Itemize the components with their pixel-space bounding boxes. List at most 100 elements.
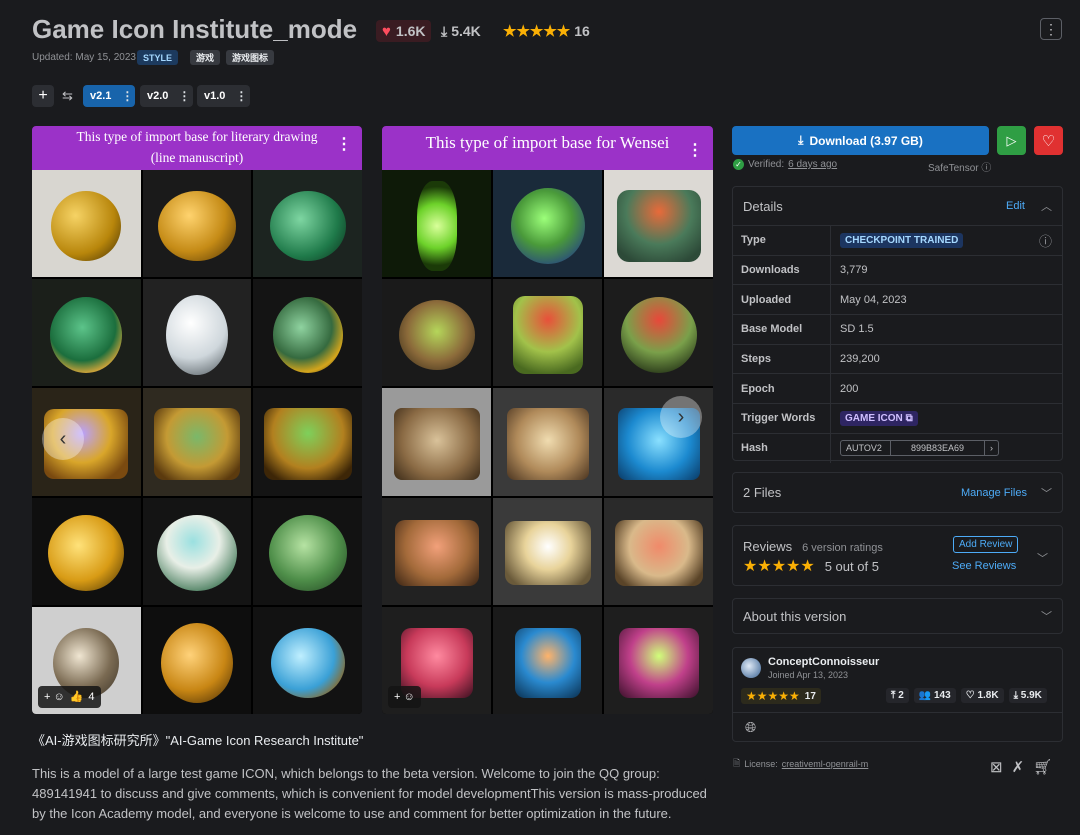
more-options-button[interactable]: ⋮ (1040, 18, 1062, 40)
grid-tile: › (604, 388, 713, 496)
grid-tile (142, 606, 252, 714)
download-icon: ⤓ (441, 22, 448, 39)
files-panel[interactable]: 2 Files Manage Files ﹀ (732, 472, 1063, 513)
gallery-caption: This type of import base for Wensei (425, 133, 670, 152)
hash-value[interactable]: 899B83EA69 (891, 441, 985, 456)
manage-files-link[interactable]: Manage Files (961, 487, 1027, 499)
style-badge[interactable]: STYLE (137, 50, 179, 65)
info-icon[interactable]: ⓘ (981, 163, 991, 174)
kebab-icon[interactable]: ⋮ (178, 89, 196, 103)
detail-key: Downloads (733, 255, 831, 285)
add-version-button[interactable]: + (32, 85, 54, 107)
download-button[interactable]: ⤓ Download (3.97 GB) (732, 126, 989, 155)
heart-icon: ♥ (382, 22, 391, 40)
trigger-word-chip[interactable]: GAME ICON ⧉ (840, 410, 918, 426)
likes-count: 1.8K (977, 690, 999, 701)
version-label: v2.1 (90, 90, 112, 102)
detail-row: Hash AUTOV2 899B83EA69 › (733, 432, 1062, 463)
gallery-image-left[interactable]: This type of import base for literary dr… (32, 126, 362, 714)
favorite-button[interactable]: ♡ (1034, 126, 1063, 155)
chevron-right-icon[interactable]: › (985, 441, 998, 455)
grid-tile (493, 497, 602, 605)
version-tab-v10[interactable]: v1.0 ⋮ (197, 85, 250, 107)
gallery-banner: This type of import base for literary dr… (32, 126, 362, 170)
creator-joined: Joined Apr 13, 2023 (768, 670, 849, 680)
tag-badge[interactable]: 游戏 (190, 50, 221, 65)
detail-value: SD 1.5 (840, 323, 874, 336)
kebab-icon[interactable]: ⋮ (235, 89, 253, 103)
chevron-down-icon[interactable]: ﹀ (1037, 550, 1048, 566)
avatar[interactable] (741, 658, 761, 678)
about-label: About this version (743, 608, 847, 624)
edit-link[interactable]: Edit (1006, 200, 1025, 212)
license-icon: 🗎 (733, 758, 741, 768)
downloads-count: 5.4K (451, 23, 481, 39)
uploads-stat: ⤒ 2 (886, 688, 909, 703)
no-commercial-sale-icon[interactable]: 🛒︎ (1033, 758, 1052, 776)
safetensor-label: SafeTensor ⓘ (928, 159, 991, 174)
version-tab-v21[interactable]: v2.1 ⋮ (83, 85, 135, 107)
kebab-icon[interactable]: ⋮ (336, 134, 352, 155)
tag-badge[interactable]: 游戏图标 (226, 50, 275, 65)
copy-icon[interactable]: ⧉ (906, 413, 913, 424)
reviews-label: Reviews (743, 539, 793, 554)
license-link[interactable]: creativeml-openrail-m (782, 759, 869, 769)
no-generation-service-icon[interactable]: ✗ (1012, 758, 1025, 776)
chevron-up-icon[interactable]: ︿ (1041, 198, 1052, 214)
creator-card: ConceptConnoisseur Joined Apr 13, 2023 ★… (732, 647, 1063, 742)
gallery-image-right[interactable]: This type of import base for Wensei ⋮ › … (382, 126, 713, 714)
reaction-count: 4 (88, 690, 95, 703)
grid-tile (32, 279, 141, 387)
hash-box[interactable]: AUTOV2 899B83EA69 › (840, 440, 999, 457)
grid-tile (253, 388, 362, 496)
about-header[interactable]: About this version ﹀ (733, 599, 1062, 633)
likes-count: 1.6K (395, 23, 426, 39)
chevron-down-icon[interactable]: ﹀ (1041, 608, 1052, 624)
rating-stat[interactable]: ★★★★★ 16 (503, 20, 590, 42)
about-version-panel[interactable]: About this version ﹀ (732, 598, 1063, 634)
reaction-bar[interactable]: + ☺ (388, 685, 421, 708)
detail-value: May 04, 2023 (840, 293, 907, 306)
reaction-bar[interactable]: + ☺ 👍 4 (38, 685, 101, 708)
downloads-stat: ⤓ 5.9K (1008, 688, 1047, 703)
see-reviews-link[interactable]: See Reviews (952, 560, 1016, 572)
hash-type[interactable]: AUTOV2 (841, 441, 891, 456)
creator-rating: ★★★★★ 17 (741, 688, 821, 704)
heart-icon: ♡ (1041, 132, 1056, 150)
verified-time[interactable]: 6 days ago (788, 159, 837, 170)
detail-row: Steps 239,200 (733, 343, 1062, 374)
likes-stat[interactable]: ♥ 1.6K (376, 20, 432, 42)
grid-tile (604, 497, 713, 605)
grid-tile (32, 170, 141, 278)
globe-icon[interactable]: 🌐︎ (745, 719, 756, 736)
grid-tile (493, 279, 602, 387)
add-reaction-icon[interactable]: + ☺ (394, 691, 415, 703)
kebab-icon[interactable]: ⋮ (121, 89, 139, 103)
files-header[interactable]: 2 Files Manage Files ﹀ (733, 473, 1062, 512)
run-button[interactable]: ▷ (997, 126, 1026, 155)
creator-name[interactable]: ConceptConnoisseur (768, 656, 879, 668)
grid-tile (142, 388, 252, 496)
swap-icon[interactable]: ⇆ (62, 88, 73, 104)
no-image-selling-icon[interactable]: ⊠ (990, 758, 1003, 776)
grid-tile (32, 497, 141, 605)
detail-value: 239,200 (840, 353, 880, 366)
files-label: 2 Files (743, 485, 782, 500)
thumbs-up-icon[interactable]: 👍 (70, 690, 84, 703)
chevron-down-icon[interactable]: ﹀ (1041, 485, 1052, 501)
grid-tile (604, 170, 713, 278)
version-label: v2.0 (147, 90, 169, 102)
details-header[interactable]: Details Edit ︿ (733, 187, 1062, 225)
version-label: v1.0 (204, 90, 226, 102)
play-icon: ▷ (1006, 132, 1017, 148)
followers-count: 143 (934, 690, 951, 701)
version-tab-v20[interactable]: v2.0 ⋮ (140, 85, 193, 107)
gallery-banner: This type of import base for Wensei ⋮ (382, 126, 713, 170)
help-icon[interactable]: ⓘ (1039, 231, 1052, 250)
add-reaction-icon[interactable]: + ☺ (44, 691, 65, 703)
add-review-button[interactable]: Add Review (953, 536, 1019, 553)
page-title: Game Icon Institute_mode (32, 14, 358, 44)
detail-row: Uploaded May 04, 2023 (733, 284, 1062, 315)
license-permission-icons: ⊠ ✗ 🛒︎ (990, 758, 1052, 776)
kebab-icon[interactable]: ⋮ (687, 134, 703, 168)
